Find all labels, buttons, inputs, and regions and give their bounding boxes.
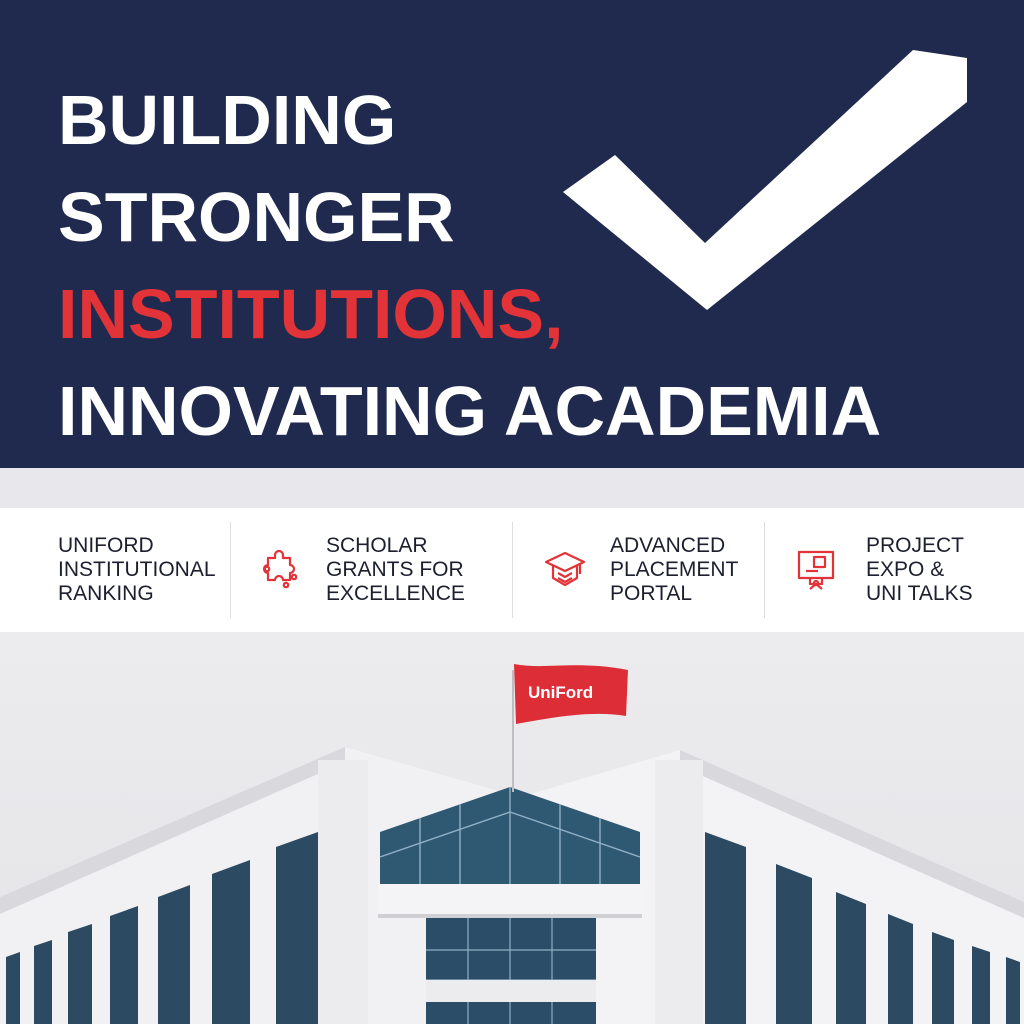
feature-label: SCHOLAR GRANTS FOR EXCELLENCE [326,534,465,605]
puzzle-icon [262,549,298,589]
feature-ranking: UNIFORD INSTITUTIONAL RANKING [0,508,230,632]
poster: BUILDING STRONGER INSTITUTIONS, INNOVATI… [0,0,1024,1024]
feature-label: UNIFORD INSTITUTIONAL RANKING [58,534,216,605]
feature-project-expo: PROJECT EXPO & UNI TALKS [764,508,1024,632]
hero-banner: BUILDING STRONGER INSTITUTIONS, INNOVATI… [0,0,1024,468]
campus-building-photo: UniFord [0,632,1024,1024]
headline-line-4: INNOVATING ACADEMIA [58,372,882,450]
graduation-cap-icon [544,551,586,587]
feature-placement-portal: ADVANCED PLACEMENT PORTAL [512,508,764,632]
checkmark-icon [563,50,967,310]
feature-label: PROJECT EXPO & UNI TALKS [866,534,973,605]
divider-band [0,468,1024,508]
uniford-flag: UniFord [514,664,628,724]
building-illustration: UniFord [0,664,1024,1024]
presentation-board-icon [797,550,835,590]
feature-label: ADVANCED PLACEMENT PORTAL [610,534,739,605]
feature-scholar-grants: SCHOLAR GRANTS FOR EXCELLENCE [230,508,512,632]
features-strip: UNIFORD INSTITUTIONAL RANKING SCHOLAR GR… [0,508,1024,632]
flag-text: UniFord [528,683,593,702]
